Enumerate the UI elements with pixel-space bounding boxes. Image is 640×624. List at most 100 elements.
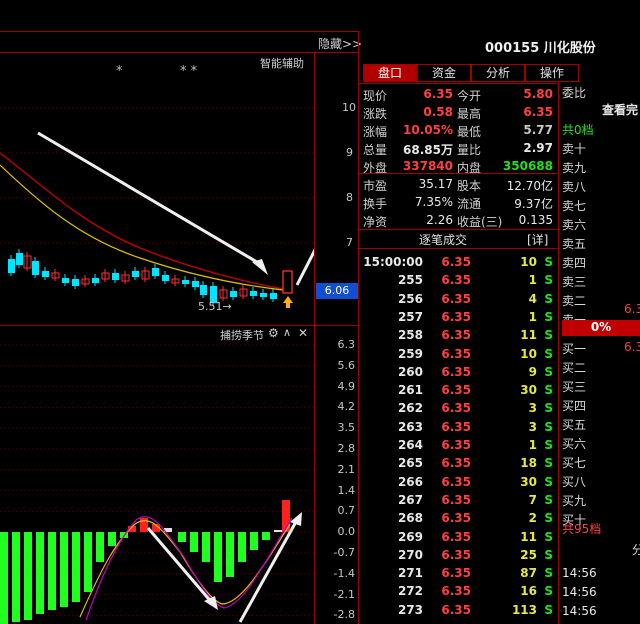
tick-side: S [544, 291, 553, 306]
close-icon[interactable]: ✕ [298, 326, 308, 340]
quote-label: 市盈 [363, 179, 388, 193]
table-row: 265 6.35 18 S [359, 454, 557, 472]
price-chart[interactable] [0, 53, 314, 325]
quote-label: 现价 [363, 89, 388, 103]
tick-price: 6.35 [441, 291, 471, 306]
buy1-price: 6.3 [624, 340, 640, 354]
table-row: 261 6.35 30 S [359, 381, 557, 399]
tab-fenxi[interactable]: 分析 [471, 64, 525, 82]
price-axis: 10 9 8 7 6.06 [314, 53, 359, 325]
tick-time: 256 [397, 291, 423, 306]
split-label: 分 [632, 543, 640, 557]
hide-panel-button[interactable]: 隐藏>> [318, 35, 362, 52]
tick-price: 6.35 [441, 401, 471, 416]
quote-value: 2.97 [523, 141, 553, 155]
assist-label[interactable]: 智能辅助 [260, 55, 304, 71]
histogram-bar-negative [202, 532, 210, 562]
histogram-bar-negative [12, 532, 20, 622]
tick-price: 6.35 [441, 255, 471, 269]
histogram-bar-negative [262, 532, 270, 540]
quote-row: 净资 2.26 收益(三) 0.135 [359, 212, 557, 230]
indicator-axis-label: -2.1 [333, 587, 355, 601]
quote-value: 0.58 [423, 105, 453, 119]
tick-side: S [544, 438, 553, 452]
indicator-axis-label: 2.1 [337, 462, 356, 476]
table-row: 259 6.35 10 S [359, 345, 557, 363]
quote-value: 350688 [502, 159, 553, 173]
tick-time: 260 [397, 364, 423, 379]
tab-zijin[interactable]: 资金 [417, 64, 471, 82]
tick-price: 6.35 [441, 456, 471, 471]
histogram-bar-negative [178, 532, 186, 542]
indicator-chart[interactable] [0, 342, 314, 624]
tick-side: S [544, 456, 553, 471]
buy-arrow-icon [283, 296, 293, 308]
price-axis-7: 7 [346, 236, 353, 249]
tick-price: 6.35 [441, 328, 471, 343]
quote-value: 0.135 [518, 213, 553, 227]
table-row: 264 6.35 1 S [359, 436, 557, 454]
view-all-link[interactable]: 查看完 [602, 101, 640, 121]
indicator-axis-label: 0.7 [337, 504, 356, 518]
tab-caozuo[interactable]: 操作 [525, 64, 579, 82]
tick-time: 261 [397, 383, 423, 398]
quote-label: 量比 [457, 143, 482, 157]
histogram-bar-negative [190, 532, 198, 552]
gear-icon[interactable]: ⚙ [268, 326, 279, 340]
candle-down [8, 259, 15, 273]
quote-row: 换手 7.35% 流通 9.37亿 [359, 194, 557, 212]
sell1-price: 6.3 [624, 302, 640, 316]
tab-pankou[interactable]: 盘口 [363, 64, 417, 82]
up-icon[interactable]: ∧ [283, 326, 291, 339]
indicator-axis-label: 2.8 [337, 442, 356, 455]
ticks-detail-link[interactable]: [详] [527, 231, 548, 248]
bottom-count: 共95档 [562, 522, 602, 536]
quote-value: 10.05% [403, 123, 453, 137]
top-bar [0, 0, 640, 31]
quote-panel: 盘口 资金 分析 操作 现价 6.35 今开 5.80 涨跌 0.58 最高 6.35 涨幅 10… [358, 31, 579, 624]
candle-down [250, 291, 257, 296]
histogram-bar-negative [84, 532, 92, 592]
tick-volume: 11 [520, 529, 537, 544]
quote-label: 涨跌 [363, 107, 388, 121]
tick-price: 6.35 [441, 419, 471, 434]
indicator-title[interactable]: 捕捞季节 [220, 327, 264, 343]
sell-level: 卖五 [562, 237, 587, 251]
table-row: 270 6.35 25 S [359, 546, 557, 564]
histogram-bar-negative [24, 532, 32, 620]
table-row: 272 6.35 16 S [359, 582, 557, 600]
tick-volume: 25 [520, 547, 537, 562]
tick-time: 255 [397, 273, 423, 288]
histogram-bar-negative [48, 532, 56, 610]
buy-level: 买六 [562, 437, 587, 451]
candle-limit-up [282, 270, 293, 294]
quote-value: 12.70亿 [506, 179, 553, 193]
buy-level: 买三 [562, 380, 587, 394]
tick-volume: 9 [528, 364, 537, 379]
trade-time: 14:56 [562, 585, 597, 599]
price-chart-canvas [0, 107, 314, 308]
candle-down [230, 291, 237, 297]
tick-side: S [544, 492, 553, 507]
tick-time: 272 [397, 584, 423, 599]
candle-down [270, 293, 277, 299]
histogram-bar-negative [108, 532, 116, 546]
quote-label: 今开 [457, 89, 482, 103]
quote-label: 流通 [457, 197, 482, 211]
candle-down [62, 278, 69, 283]
tick-price: 6.35 [441, 547, 471, 562]
tick-volume: 10 [520, 346, 537, 361]
tick-price: 6.35 [441, 566, 471, 581]
indicator-axis-label: -0.7 [333, 546, 355, 559]
tick-side: S [544, 401, 553, 416]
quote-label: 最低 [457, 125, 482, 139]
histogram-bar-negative [226, 532, 234, 577]
annotation-arrow-up [295, 248, 314, 286]
tick-price: 6.35 [441, 309, 471, 324]
tick-price: 6.35 [441, 364, 471, 379]
quote-label: 换手 [363, 197, 388, 211]
table-row: 269 6.35 11 S [359, 528, 557, 546]
tick-time: 271 [397, 566, 423, 581]
quote-label: 最高 [457, 107, 482, 121]
tick-time: 15:00:00 [363, 255, 423, 269]
